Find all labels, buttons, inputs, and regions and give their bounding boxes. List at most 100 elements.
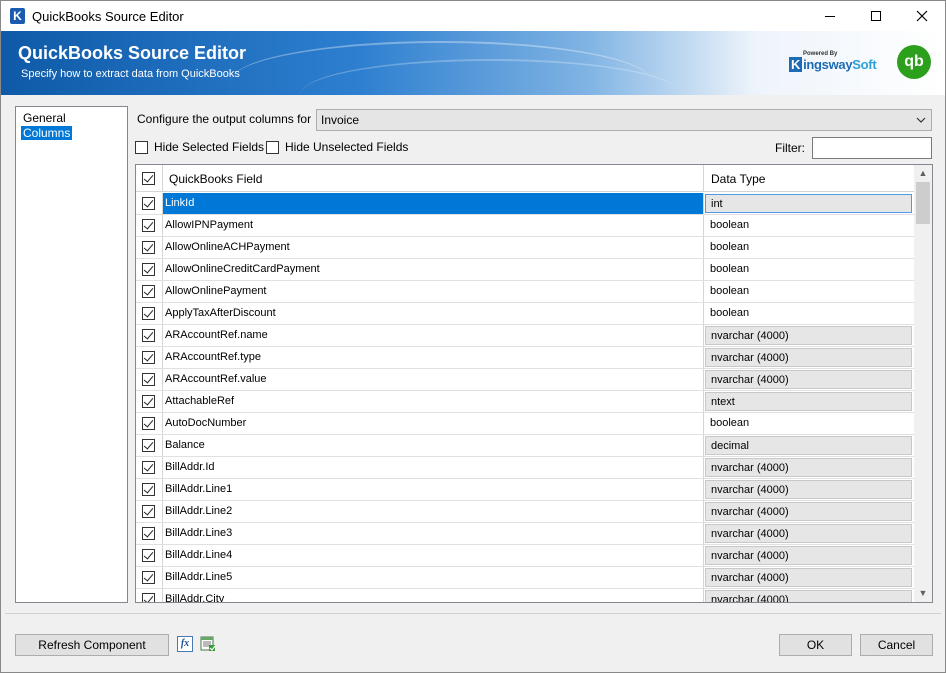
row-checkbox[interactable] [142, 285, 155, 298]
hide-unselected-checkbox[interactable] [266, 141, 279, 154]
row-checkbox[interactable] [142, 439, 155, 452]
table-row[interactable]: AttachableRef ntext [136, 391, 914, 413]
row-checkbox[interactable] [142, 329, 155, 342]
row-checkbox[interactable] [142, 307, 155, 320]
data-type-cell[interactable]: nvarchar (4000) [705, 348, 912, 367]
table-row[interactable]: ARAccountRef.name nvarchar (4000) [136, 325, 914, 347]
cancel-button[interactable]: Cancel [860, 634, 933, 656]
nav-item-columns[interactable]: Columns [21, 126, 73, 140]
output-entity-select[interactable]: Invoice [316, 109, 932, 131]
select-all-checkbox[interactable] [142, 172, 155, 185]
variables-icon[interactable] [200, 636, 216, 652]
minimize-button[interactable] [807, 1, 853, 31]
maximize-button[interactable] [853, 1, 899, 31]
data-type-cell[interactable]: nvarchar (4000) [705, 546, 912, 565]
header-quickbooks-field[interactable]: QuickBooks Field [169, 172, 262, 186]
ok-button[interactable]: OK [779, 634, 852, 656]
row-checkbox[interactable] [142, 571, 155, 584]
data-type-cell[interactable]: nvarchar (4000) [705, 370, 912, 389]
table-row[interactable]: BillAddr.Line3 nvarchar (4000) [136, 523, 914, 545]
table-row[interactable]: BillAddr.Line2 nvarchar (4000) [136, 501, 914, 523]
hide-selected-checkbox[interactable] [135, 141, 148, 154]
field-name-cell[interactable]: ARAccountRef.name [163, 325, 704, 346]
field-name-cell[interactable]: LinkId [163, 193, 704, 214]
refresh-component-button[interactable]: Refresh Component [15, 634, 169, 656]
row-checkbox[interactable] [142, 527, 155, 540]
data-type-cell[interactable]: boolean [705, 216, 912, 235]
table-row[interactable]: Balance decimal [136, 435, 914, 457]
scroll-up-icon[interactable]: ▲ [914, 165, 932, 182]
row-checkbox[interactable] [142, 549, 155, 562]
field-name-cell[interactable]: AttachableRef [163, 391, 704, 412]
field-name-cell[interactable]: AllowIPNPayment [163, 215, 704, 236]
close-button[interactable] [899, 1, 945, 31]
data-type-cell[interactable]: boolean [705, 282, 912, 301]
row-checkbox[interactable] [142, 505, 155, 518]
data-type-cell[interactable]: ntext [705, 392, 912, 411]
field-name-cell[interactable]: AllowOnlineACHPayment [163, 237, 704, 258]
data-type-cell[interactable]: nvarchar (4000) [705, 458, 912, 477]
data-type-cell[interactable]: int [705, 194, 912, 213]
filter-input[interactable] [812, 137, 932, 159]
output-entity-value: Invoice [321, 113, 360, 127]
table-row[interactable]: AllowOnlinePayment boolean [136, 281, 914, 303]
row-checkbox[interactable] [142, 219, 155, 232]
table-row[interactable]: ApplyTaxAfterDiscount boolean [136, 303, 914, 325]
table-row[interactable]: ARAccountRef.value nvarchar (4000) [136, 369, 914, 391]
data-type-cell[interactable]: nvarchar (4000) [705, 480, 912, 499]
grid-scrollbar[interactable]: ▲ ▼ [914, 165, 932, 602]
field-name-cell[interactable]: BillAddr.Line3 [163, 523, 704, 544]
data-type-cell[interactable]: nvarchar (4000) [705, 590, 912, 602]
data-type-cell[interactable]: nvarchar (4000) [705, 524, 912, 543]
scroll-thumb[interactable] [916, 182, 930, 224]
field-name-cell[interactable]: BillAddr.Line1 [163, 479, 704, 500]
data-type-cell[interactable]: nvarchar (4000) [705, 568, 912, 587]
row-checkbox[interactable] [142, 197, 155, 210]
field-name-cell[interactable]: AutoDocNumber [163, 413, 704, 434]
table-row[interactable]: LinkId int [136, 193, 914, 215]
field-name-cell[interactable]: BillAddr.City [163, 589, 704, 602]
row-checkbox[interactable] [142, 395, 155, 408]
row-checkbox[interactable] [142, 373, 155, 386]
table-row[interactable]: AllowOnlineACHPayment boolean [136, 237, 914, 259]
field-name-cell[interactable]: BillAddr.Id [163, 457, 704, 478]
kingswaysoft-app-icon: K [10, 8, 25, 24]
data-type-cell[interactable]: nvarchar (4000) [705, 502, 912, 521]
expression-fx-icon[interactable]: fx [177, 636, 193, 652]
field-name-cell[interactable]: ApplyTaxAfterDiscount [163, 303, 704, 324]
field-name-cell[interactable]: BillAddr.Line4 [163, 545, 704, 566]
table-row[interactable]: BillAddr.Line1 nvarchar (4000) [136, 479, 914, 501]
header-data-type[interactable]: Data Type [711, 172, 765, 186]
table-row[interactable]: AllowIPNPayment boolean [136, 215, 914, 237]
field-name-cell[interactable]: BillAddr.Line2 [163, 501, 704, 522]
table-row[interactable]: BillAddr.Line5 nvarchar (4000) [136, 567, 914, 589]
data-type-cell[interactable]: boolean [705, 414, 912, 433]
row-checkbox[interactable] [142, 483, 155, 496]
row-checkbox[interactable] [142, 417, 155, 430]
data-type-cell[interactable]: boolean [705, 304, 912, 323]
field-name-cell[interactable]: BillAddr.Line5 [163, 567, 704, 588]
table-row[interactable]: BillAddr.City nvarchar (4000) [136, 589, 914, 602]
data-type-cell[interactable]: boolean [705, 260, 912, 279]
data-type-cell[interactable]: boolean [705, 238, 912, 257]
data-type-cell[interactable]: decimal [705, 436, 912, 455]
table-row[interactable]: BillAddr.Id nvarchar (4000) [136, 457, 914, 479]
field-name-cell[interactable]: AllowOnlineCreditCardPayment [163, 259, 704, 280]
row-checkbox[interactable] [142, 461, 155, 474]
table-row[interactable]: BillAddr.Line4 nvarchar (4000) [136, 545, 914, 567]
row-checkbox[interactable] [142, 241, 155, 254]
scroll-down-icon[interactable]: ▼ [914, 585, 932, 602]
row-checkbox[interactable] [142, 351, 155, 364]
row-checkbox[interactable] [142, 593, 155, 602]
field-name-cell[interactable]: AllowOnlinePayment [163, 281, 704, 302]
table-row[interactable]: AllowOnlineCreditCardPayment boolean [136, 259, 914, 281]
table-row[interactable]: ARAccountRef.type nvarchar (4000) [136, 347, 914, 369]
field-name-cell[interactable]: ARAccountRef.value [163, 369, 704, 390]
table-row[interactable]: AutoDocNumber boolean [136, 413, 914, 435]
field-name-cell[interactable]: ARAccountRef.type [163, 347, 704, 368]
row-checkbox[interactable] [142, 263, 155, 276]
nav-item-general[interactable]: General [21, 111, 68, 125]
data-type-cell[interactable]: nvarchar (4000) [705, 326, 912, 345]
field-name-cell[interactable]: Balance [163, 435, 704, 456]
grid-rows: LinkId int AllowIPNPayment boolean AllowOnli… [136, 193, 914, 602]
